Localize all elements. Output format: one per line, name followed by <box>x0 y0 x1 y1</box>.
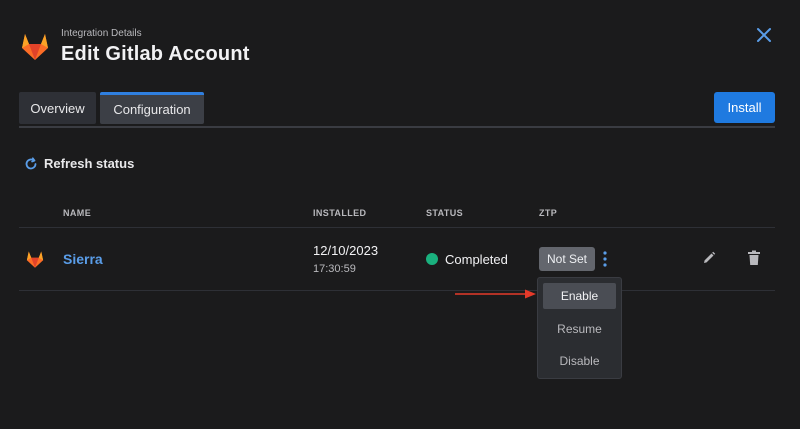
annotation-arrow-icon <box>455 289 536 299</box>
refresh-icon <box>25 156 37 169</box>
column-header-installed: INSTALLED <box>313 208 367 218</box>
tab-overview[interactable]: Overview <box>19 92 96 124</box>
gitlab-row-icon <box>26 251 44 268</box>
menu-item-enable[interactable]: Enable <box>543 283 616 309</box>
installed-date: 12/10/2023 <box>313 243 379 258</box>
column-header-name: NAME <box>63 208 92 218</box>
menu-item-disable[interactable]: Disable <box>543 348 616 374</box>
menu-item-resume[interactable]: Resume <box>543 316 616 342</box>
ztp-status-button[interactable]: Not Set <box>539 247 595 271</box>
refresh-status-label: Refresh status <box>44 156 135 171</box>
account-name-link[interactable]: Sierra <box>63 251 103 267</box>
column-header-ztp: ZTP <box>539 208 558 218</box>
delete-icon[interactable] <box>747 250 761 266</box>
page-subtitle: Integration Details <box>61 28 142 39</box>
edit-icon[interactable] <box>702 251 716 265</box>
more-options-icon[interactable] <box>600 249 610 269</box>
table-row-divider <box>19 290 775 291</box>
gitlab-logo-icon <box>22 34 48 60</box>
tabs-divider <box>19 126 775 128</box>
page-title: Edit Gitlab Account <box>61 43 250 65</box>
status-text: Completed <box>445 252 508 267</box>
tab-configuration[interactable]: Configuration <box>100 92 204 124</box>
ztp-dropdown-menu: Enable Resume Disable <box>537 277 622 379</box>
installed-time: 17:30:59 <box>313 263 356 275</box>
column-header-status: STATUS <box>426 208 464 218</box>
close-icon[interactable] <box>755 26 773 44</box>
table-header-divider <box>19 227 775 228</box>
install-button[interactable]: Install <box>714 92 775 123</box>
status-completed-icon <box>426 253 438 265</box>
refresh-status-button[interactable]: Refresh status <box>24 156 134 171</box>
